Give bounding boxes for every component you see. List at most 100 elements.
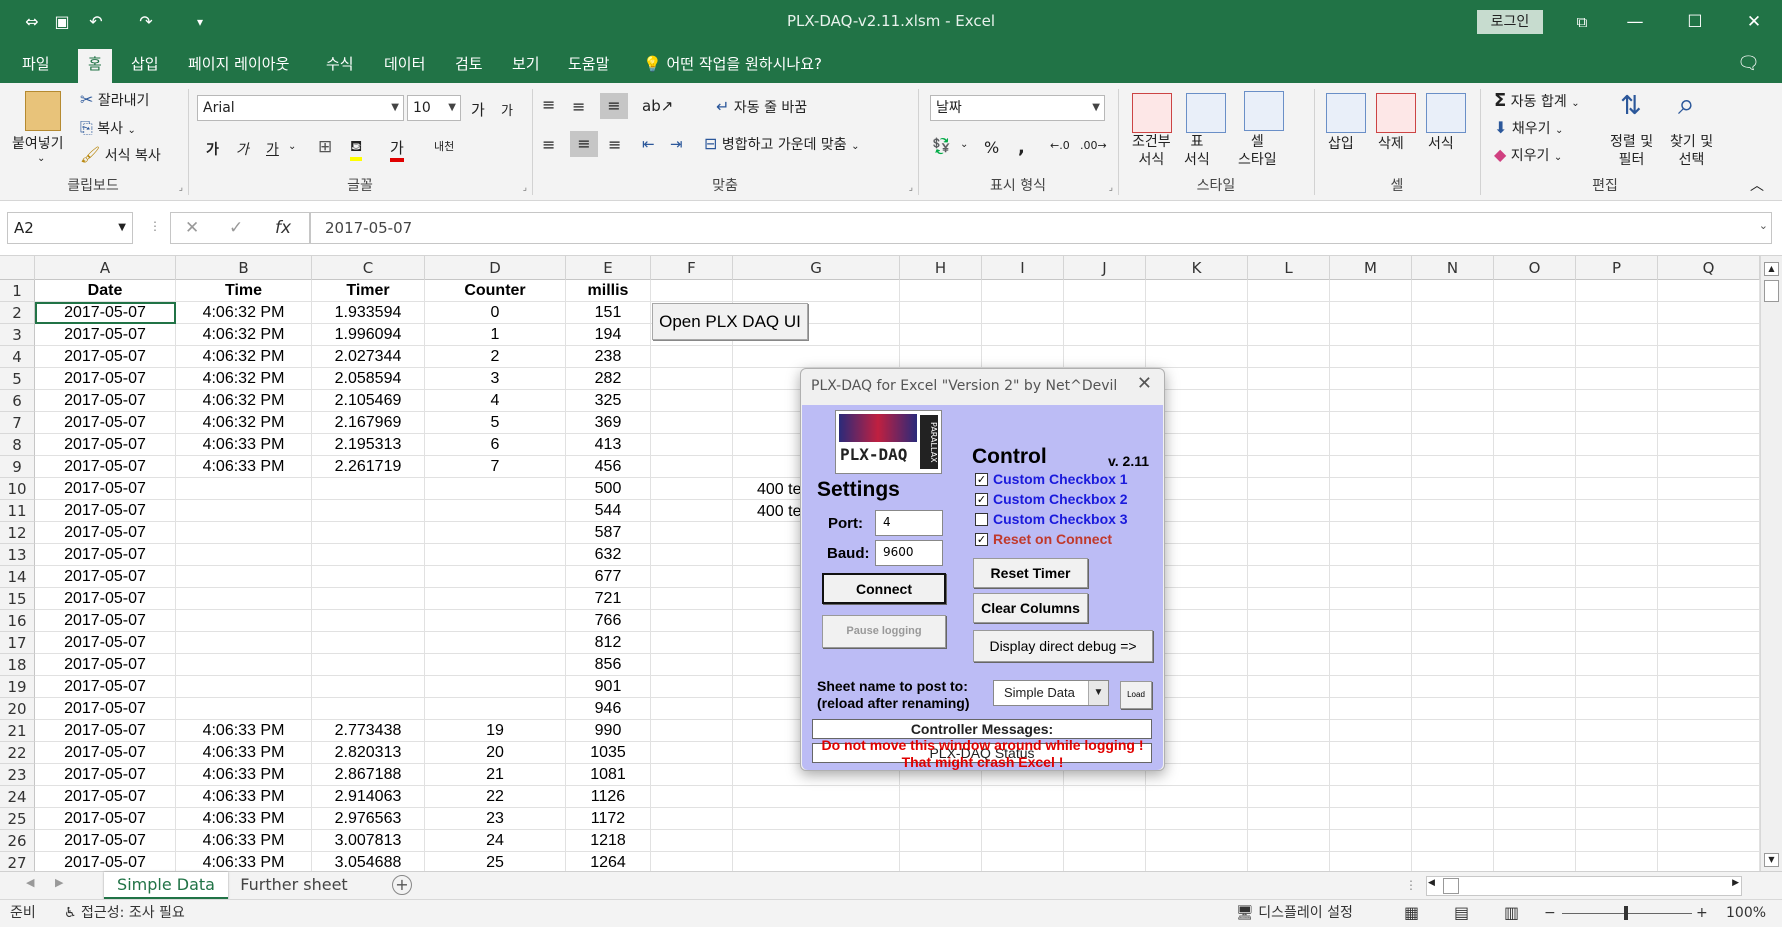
align-right-icon[interactable]: ≡ xyxy=(608,135,621,154)
empty-cell[interactable] xyxy=(982,280,1064,302)
zoom-out-icon[interactable]: − xyxy=(1544,900,1556,926)
row-header[interactable]: 18 xyxy=(0,654,35,676)
data-cell[interactable] xyxy=(176,676,312,698)
empty-cell[interactable] xyxy=(900,786,982,808)
empty-cell[interactable] xyxy=(1146,852,1248,871)
data-cell[interactable]: 2.167969 xyxy=(312,412,425,434)
empty-cell[interactable] xyxy=(1494,786,1576,808)
data-cell[interactable]: 3.007813 xyxy=(312,830,425,852)
row-header[interactable]: 13 xyxy=(0,544,35,566)
empty-cell[interactable] xyxy=(1064,830,1146,852)
empty-cell[interactable] xyxy=(651,742,733,764)
empty-cell[interactable] xyxy=(1658,478,1760,500)
data-cell[interactable]: 4:06:33 PM xyxy=(176,742,312,764)
empty-cell[interactable] xyxy=(1248,632,1330,654)
autosum-button[interactable]: Σ 자동 합계 ⌄ xyxy=(1494,90,1580,111)
align-bottom-icon[interactable]: ≡ xyxy=(600,93,628,119)
data-cell[interactable]: 194 xyxy=(566,324,651,346)
data-cell[interactable] xyxy=(425,478,566,500)
empty-cell[interactable] xyxy=(651,456,733,478)
data-cell[interactable]: 2017-05-07 xyxy=(35,522,176,544)
data-cell[interactable]: 2.195313 xyxy=(312,434,425,456)
empty-cell[interactable] xyxy=(651,478,733,500)
collapse-ribbon-icon[interactable]: ︿ xyxy=(1750,175,1764,195)
empty-cell[interactable] xyxy=(1576,500,1658,522)
empty-cell[interactable] xyxy=(1330,368,1412,390)
data-cell[interactable]: 413 xyxy=(566,434,651,456)
tab-data[interactable]: 데이터 xyxy=(384,53,425,81)
empty-cell[interactable] xyxy=(982,808,1064,830)
empty-cell[interactable] xyxy=(1494,830,1576,852)
row-header[interactable]: 16 xyxy=(0,610,35,632)
empty-cell[interactable] xyxy=(1658,764,1760,786)
empty-cell[interactable] xyxy=(1412,544,1494,566)
conditional-formatting-button[interactable]: 조건부 서식 xyxy=(1132,133,1171,169)
underline-dropdown-icon[interactable]: ⌄ xyxy=(288,141,296,152)
page-layout-view-icon[interactable]: ▤ xyxy=(1454,900,1469,926)
data-cell[interactable]: 6 xyxy=(425,434,566,456)
data-cell[interactable] xyxy=(176,566,312,588)
font-color-icon[interactable]: 가 xyxy=(390,137,404,162)
data-cell[interactable] xyxy=(176,610,312,632)
empty-cell[interactable] xyxy=(1412,786,1494,808)
empty-cell[interactable] xyxy=(982,786,1064,808)
empty-cell[interactable] xyxy=(1248,698,1330,720)
data-cell[interactable]: 721 xyxy=(566,588,651,610)
data-cell[interactable] xyxy=(425,588,566,610)
port-input[interactable]: 4 xyxy=(875,510,943,536)
data-cell[interactable] xyxy=(176,654,312,676)
empty-cell[interactable] xyxy=(1248,764,1330,786)
empty-cell[interactable] xyxy=(1658,346,1760,368)
data-cell[interactable]: 2017-05-07 xyxy=(35,390,176,412)
empty-cell[interactable] xyxy=(900,302,982,324)
data-cell[interactable]: 2017-05-07 xyxy=(35,654,176,676)
wrap-text-button[interactable]: ↵ 자동 줄 바꿈 xyxy=(716,97,807,117)
data-cell[interactable]: 3.054688 xyxy=(312,852,425,871)
data-cell[interactable]: 1172 xyxy=(566,808,651,830)
data-cell[interactable]: 2017-05-07 xyxy=(35,434,176,456)
empty-cell[interactable] xyxy=(1248,588,1330,610)
italic-button[interactable]: 가 xyxy=(236,139,249,159)
select-all-corner[interactable] xyxy=(0,256,35,280)
column-header-n[interactable]: N xyxy=(1412,256,1494,280)
data-cell[interactable]: 2017-05-07 xyxy=(35,588,176,610)
empty-cell[interactable] xyxy=(1658,324,1760,346)
empty-cell[interactable] xyxy=(1146,786,1248,808)
empty-cell[interactable] xyxy=(651,280,733,302)
header-cell[interactable]: Counter xyxy=(425,280,566,302)
tell-me-box[interactable]: 💡 어떤 작업을 원하시나요? xyxy=(643,53,822,74)
tab-file[interactable]: 파일 xyxy=(22,53,50,81)
font-name-combo[interactable]: Arial ▼ xyxy=(197,95,404,121)
empty-cell[interactable] xyxy=(1576,368,1658,390)
accounting-icon[interactable]: 💱 xyxy=(932,137,951,155)
data-cell[interactable]: 151 xyxy=(566,302,651,324)
empty-cell[interactable] xyxy=(1248,654,1330,676)
column-header-j[interactable]: J xyxy=(1064,256,1146,280)
column-header-a[interactable]: A xyxy=(35,256,176,280)
data-cell[interactable]: 23 xyxy=(425,808,566,830)
empty-cell[interactable] xyxy=(1576,544,1658,566)
delete-cells-button[interactable]: 삭제 xyxy=(1378,133,1404,153)
empty-cell[interactable] xyxy=(1248,786,1330,808)
empty-cell[interactable] xyxy=(1330,566,1412,588)
column-header-c[interactable]: C xyxy=(312,256,425,280)
paste-button[interactable]: 붙여넣기 xyxy=(12,133,64,153)
data-cell[interactable] xyxy=(425,566,566,588)
paste-dropdown-icon[interactable]: ⌄ xyxy=(37,153,45,164)
empty-cell[interactable] xyxy=(982,346,1064,368)
empty-cell[interactable] xyxy=(1576,698,1658,720)
empty-cell[interactable] xyxy=(1494,346,1576,368)
empty-cell[interactable] xyxy=(1330,522,1412,544)
format-cells-button[interactable]: 서식 xyxy=(1428,133,1454,153)
data-cell[interactable]: 2017-05-07 xyxy=(35,676,176,698)
data-cell[interactable] xyxy=(176,478,312,500)
empty-cell[interactable] xyxy=(1494,566,1576,588)
empty-cell[interactable] xyxy=(1330,346,1412,368)
header-cell[interactable]: Timer xyxy=(312,280,425,302)
data-cell[interactable]: 21 xyxy=(425,764,566,786)
data-cell[interactable]: 2017-05-07 xyxy=(35,632,176,654)
column-header-o[interactable]: O xyxy=(1494,256,1576,280)
empty-cell[interactable] xyxy=(1576,852,1658,871)
empty-cell[interactable] xyxy=(1658,654,1760,676)
empty-cell[interactable] xyxy=(1494,500,1576,522)
